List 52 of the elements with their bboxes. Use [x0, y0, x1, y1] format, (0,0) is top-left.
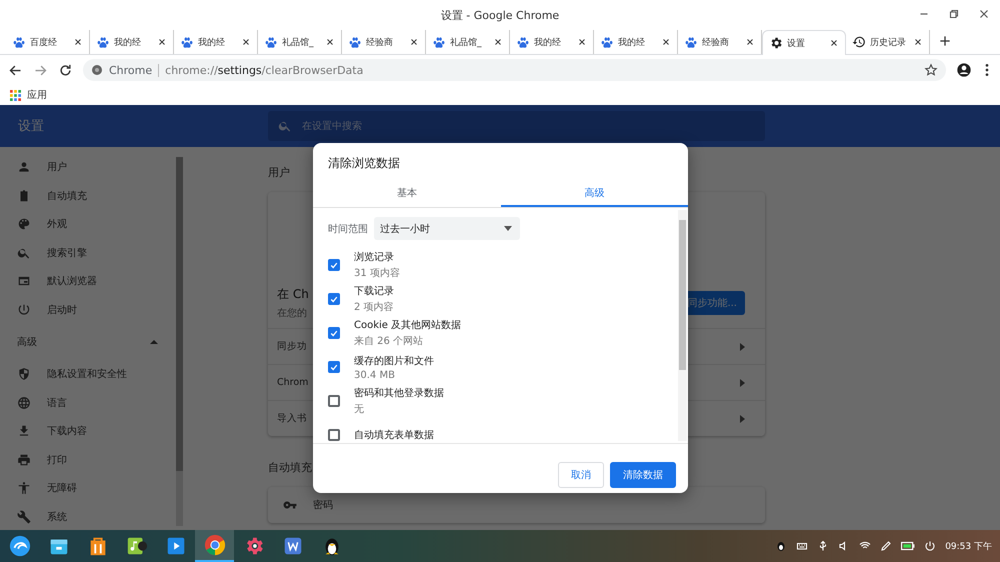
item-detail: 无 [354, 403, 365, 416]
sidebar-item[interactable]: 无障碍 [0, 474, 176, 502]
item-label: 自动填充表单数据 [354, 428, 434, 442]
browser-tab[interactable]: 百度经 [6, 30, 90, 54]
address-bar[interactable]: Chrome chrome://settings/clearBrowserData [83, 59, 946, 81]
sidebar-item[interactable]: 搜索引擎 [0, 238, 176, 267]
window-title: 设置 - Google Chrome [440, 8, 560, 22]
browser-tab[interactable]: 我的经 [594, 30, 678, 54]
cancel-button[interactable]: 取消 [558, 462, 604, 488]
item-label: 下载记录 [354, 284, 394, 298]
dialog-tab[interactable]: 基本 [313, 180, 500, 207]
item-label: 浏览记录 [354, 250, 395, 264]
browser-tab[interactable]: 礼品馆_ [258, 30, 342, 54]
browser-tab[interactable]: 我的经 [174, 30, 258, 54]
dialog-title: 清除浏览数据 [327, 155, 401, 172]
browser-tab[interactable]: 设置 [762, 30, 846, 55]
item-detail: 30.4 MB [354, 370, 396, 380]
settings-row[interactable]: 密码 [268, 487, 765, 523]
field-label: 时间范围 [328, 222, 368, 236]
browser-tab[interactable]: 我的经 [90, 30, 174, 54]
sidebar-item[interactable]: 外观 [0, 210, 176, 238]
sidebar-item[interactable]: 用户 [0, 153, 176, 182]
sidebar-item[interactable]: 自动填充 [0, 182, 176, 210]
item-detail: 31 项内容 [354, 266, 400, 280]
card-subtitle: 在您的 [277, 307, 308, 320]
browser-tab[interactable]: 历史记录 [846, 30, 930, 54]
item-label: 密码和其他登录数据 [354, 386, 444, 400]
item-detail: 2 项内容 [354, 300, 394, 314]
time-range-dropdown[interactable]: 过去一小时 [374, 217, 520, 240]
sidebar-item[interactable]: 系统 [0, 502, 176, 531]
search-field[interactable]: 在设置中搜索 [268, 111, 765, 141]
section-toggle[interactable]: 高级 [0, 324, 176, 360]
sidebar-item[interactable]: 启动时 [0, 296, 176, 324]
sidebar-item[interactable]: 下载内容 [0, 417, 176, 446]
browser-tab[interactable]: 礼品馆_ [426, 30, 510, 54]
item-detail: 来自 26 个网站 [354, 334, 424, 348]
item-label: Cookie 及其他网站数据 [354, 318, 462, 332]
section-heading: 用户 [268, 165, 290, 180]
sidebar-item[interactable]: 隐私设置和安全性 [0, 360, 176, 388]
clock: 09:53 下午 [945, 540, 992, 552]
section-heading: 自动填充 [268, 460, 312, 475]
browser-tab[interactable]: 我的经 [510, 30, 594, 54]
sidebar-item[interactable]: 默认浏览器 [0, 267, 176, 296]
sidebar-item[interactable]: 语言 [0, 388, 176, 417]
bookmark[interactable]: 应用 [10, 88, 47, 102]
item-label: 缓存的图片和文件 [354, 354, 434, 368]
sidebar-item[interactable]: 打印 [0, 446, 176, 474]
clear-data-button[interactable]: 清除数据 [610, 462, 676, 488]
dialog-tab[interactable]: 高级 [500, 180, 688, 207]
card-title: 在 Ch [277, 286, 309, 303]
settings-title: 设置 [18, 119, 44, 134]
browser-tab[interactable]: 经验商 [342, 30, 426, 54]
